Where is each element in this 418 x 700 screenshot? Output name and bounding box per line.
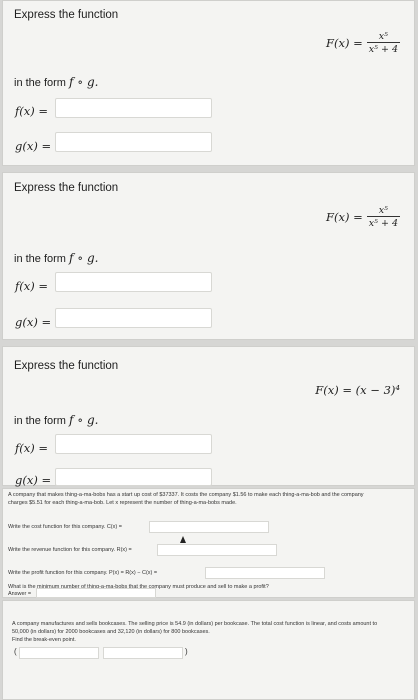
problem-5-intro-line-2: 50,000 (in dollars) for 2000 bookcases a… [12, 629, 210, 635]
problem-1-formula: F(x) = x⁵ x⁵ + 4 [326, 31, 400, 55]
problem-1-denominator: x⁵ + 4 [366, 42, 400, 55]
cost-function-input[interactable] [149, 521, 269, 533]
answer-label: Answer = [8, 591, 32, 597]
problem-2-formula: F(x) = x⁵ x⁵ + 4 [326, 205, 400, 229]
problem-4-intro-line-2: charges $5.51 for each thing-a-ma-bob. L… [8, 500, 237, 506]
problem-1-card: Express the function F(x) = x⁵ x⁵ + 4 in… [2, 0, 415, 166]
problem-3-f-label: f(x) = [15, 441, 49, 455]
problem-2-form-expr: f ∘ g. [69, 251, 99, 265]
problem-1-formula-lhs: F(x) = [326, 36, 363, 50]
problem-1-form-expr: f ∘ g. [69, 75, 99, 89]
break-even-x-input[interactable] [19, 647, 99, 659]
problem-2-heading: Express the function [14, 182, 119, 194]
problem-2-g-label: g(x) = [15, 315, 52, 329]
problem-2-form-line: in the form f ∘ g. [14, 251, 98, 265]
problem-1-f-label: f(x) = [15, 104, 49, 118]
problem-2-formula-lhs: F(x) = [326, 210, 363, 224]
problem-2-g-input[interactable] [55, 308, 212, 328]
problem-2-f-input[interactable] [55, 272, 212, 292]
problem-1-g-label: g(x) = [15, 139, 52, 153]
revenue-function-input[interactable] [157, 544, 277, 556]
problem-3-f-input[interactable] [55, 434, 212, 454]
problem-2-numerator: x⁵ [378, 205, 388, 216]
profit-function-input[interactable] [205, 567, 325, 579]
problem-3-form-expr: f ∘ g. [69, 413, 99, 427]
break-even-prompt: Find the break-even point. [12, 637, 76, 643]
problem-3-card: Express the function F(x) = (x − 3)⁴ in … [2, 346, 415, 487]
problem-1-form-line: in the form f ∘ g. [14, 75, 98, 89]
cost-function-label: Write the cost function for this company… [8, 524, 122, 530]
answer-input[interactable] [36, 588, 156, 598]
problem-1-fraction: x⁵ x⁵ + 4 [366, 31, 400, 55]
problem-1-f-input[interactable] [55, 98, 212, 118]
problem-2-denominator: x⁵ + 4 [366, 216, 400, 229]
problem-3-g-label: g(x) = [15, 473, 52, 487]
problem-1-numerator: x⁵ [378, 31, 388, 42]
problem-5-card: A company manufactures and sells bookcas… [2, 600, 415, 700]
problem-2-card: Express the function F(x) = x⁵ x⁵ + 4 in… [2, 172, 415, 340]
problem-1-g-input[interactable] [55, 132, 212, 152]
paren-close: ) [185, 647, 188, 656]
problem-3-g-input[interactable] [55, 468, 212, 486]
problem-1-heading: Express the function [14, 9, 119, 21]
profit-function-label: Write the profit function for this compa… [8, 570, 158, 576]
problem-2-form-prefix: in the form [14, 253, 66, 265]
problem-1-form-prefix: in the form [14, 77, 66, 89]
problem-3-form-line: in the form f ∘ g. [14, 413, 98, 427]
problem-5-intro-line-1: A company manufactures and sells bookcas… [12, 621, 378, 627]
problem-2-fraction: x⁵ x⁵ + 4 [366, 205, 400, 229]
problem-3-form-prefix: in the form [14, 415, 66, 427]
break-even-y-input[interactable] [103, 647, 183, 659]
problem-4-card: A company that makes thing-a-ma-bobs has… [2, 488, 415, 598]
mouse-cursor-icon [180, 536, 186, 543]
problem-2-f-label: f(x) = [15, 279, 49, 293]
problem-3-heading: Express the function [14, 360, 119, 372]
problem-3-formula: F(x) = (x − 3)⁴ [315, 383, 400, 397]
revenue-function-label: Write the revenue function for this comp… [8, 547, 132, 553]
problem-4-intro-line-1: A company that makes thing-a-ma-bobs has… [8, 492, 364, 498]
paren-open: ( [14, 647, 17, 656]
